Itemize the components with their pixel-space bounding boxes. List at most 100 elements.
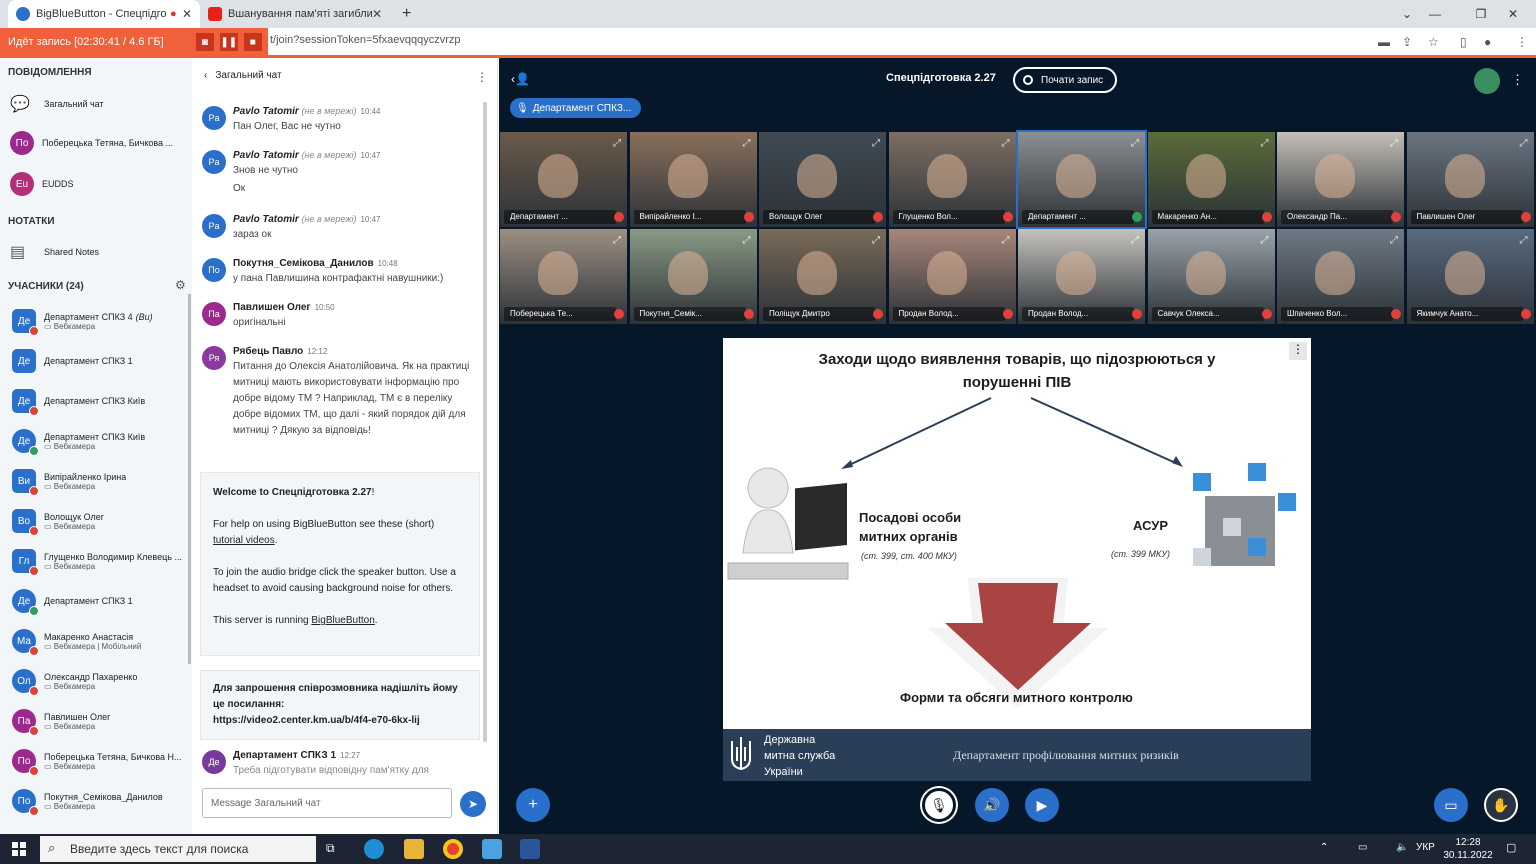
chat-scrollbar[interactable] [483, 102, 487, 742]
user-list-item[interactable]: Ол Олександр Пахаренко ▭ Вебкамера [12, 663, 188, 699]
tab-bigbluebutton[interactable]: BigBlueButton - Спецпідготов ● ✕ [8, 0, 200, 28]
user-list-item[interactable]: Гл Глущенко Володимир Клевець ... ▭ Вебкам… [12, 543, 188, 579]
user-list-toggle-icon[interactable]: ‹👤 [511, 72, 530, 86]
fullscreen-icon[interactable]: ⤢ [1002, 235, 1010, 246]
tile-label[interactable]: Олександр Па... [1281, 210, 1393, 224]
edge-icon[interactable] [364, 839, 384, 859]
bookmark-star-icon[interactable]: ☆ [1428, 35, 1439, 49]
user-list-item[interactable]: Де Департамент СПКЗ 1 [12, 583, 188, 619]
video-tile[interactable]: ⤢ Глущенко Вол... [888, 132, 1016, 227]
minimize-button[interactable]: — [1412, 0, 1458, 28]
file-explorer-icon[interactable] [404, 839, 424, 859]
tile-label[interactable]: Продан Волод... [1022, 307, 1134, 321]
tab-youtube[interactable]: Вшанування пам'яті загиблих - ✕ [200, 0, 390, 28]
remote-app-icon[interactable] [482, 839, 502, 859]
fullscreen-icon[interactable]: ⤢ [1520, 138, 1528, 149]
shared-notes-item[interactable]: ▤ Shared Notes [10, 242, 99, 262]
tile-label[interactable]: Павлишен Олег [1410, 210, 1523, 224]
fullscreen-icon[interactable]: ⤢ [613, 138, 621, 149]
tile-label[interactable]: Глущенко Вол... [892, 210, 1005, 224]
close-window-button[interactable]: ✕ [1490, 0, 1536, 28]
video-tile[interactable]: ⤢ Продан Волод... [1018, 229, 1145, 324]
video-tile[interactable]: ⤢ Волощук Олег [759, 132, 886, 227]
video-tile[interactable]: ⤢ Якимчук Анато... [1406, 229, 1534, 324]
fullscreen-icon[interactable]: ⤢ [613, 235, 621, 246]
bigbluebutton-link[interactable]: BigBlueButton [311, 615, 374, 626]
tile-label[interactable]: Якимчук Анато... [1410, 307, 1523, 321]
options-icon[interactable]: ⋮ [1511, 72, 1524, 88]
video-tile[interactable]: ⤢ Макаренко Ан... [1147, 132, 1275, 227]
tile-label[interactable]: Шпаченко Вол... [1281, 307, 1393, 321]
close-tab-icon[interactable]: ✕ [182, 7, 192, 21]
new-tab-button[interactable]: + [394, 0, 420, 28]
tile-label[interactable]: Савчук Олекса... [1151, 307, 1264, 321]
user-list-item[interactable]: Ви Випірайленко Ірина ▭ Вебкамера [12, 463, 188, 499]
fullscreen-icon[interactable]: ⤢ [743, 138, 751, 149]
fullscreen-icon[interactable]: ⤢ [1261, 235, 1269, 246]
tile-label[interactable]: Департамент ... [504, 210, 616, 224]
fullscreen-icon[interactable]: ⤢ [1390, 235, 1398, 246]
share-icon[interactable]: ⇪ [1402, 35, 1412, 49]
user-list-item[interactable]: По Покутня_Семікова_Данилов ▭ Вебкамера [12, 783, 188, 819]
webcam-button[interactable]: ▶ [1025, 788, 1059, 822]
sidebar-icon[interactable]: ▯ [1460, 35, 1467, 49]
user-list-item[interactable]: По Поберецька Тетяна, Бичкова Н... ▭ Вебка… [12, 743, 188, 779]
public-chat-item[interactable]: 💬 Загальний чат [10, 94, 104, 114]
tray-up-icon[interactable]: ⌃ [1320, 842, 1328, 853]
audio-button[interactable]: 🔊 [975, 788, 1009, 822]
user-list-item[interactable]: Де Департамент СПКЗ 1 [12, 343, 188, 379]
tile-label[interactable]: Покутня_Семік... [633, 307, 746, 321]
users-scrollbar[interactable] [188, 294, 191, 664]
url-field[interactable]: t/join?sessionToken=5fxaevqqqyczvrzp [270, 34, 460, 46]
private-chat-item[interactable]: По Поберецька Тетяна, Бичкова ... [10, 131, 173, 155]
video-tile[interactable]: ⤢ Покутня_Семік... [629, 229, 757, 324]
talking-indicator[interactable]: 🎙 Департамент СПКЗ... [510, 98, 642, 118]
notifications-icon[interactable]: ▢ [1506, 841, 1516, 854]
fullscreen-icon[interactable]: ⤢ [872, 235, 880, 246]
tile-label[interactable]: Департамент ... [1022, 210, 1134, 224]
tile-label[interactable]: Макаренко Ан... [1151, 210, 1264, 224]
user-list-item[interactable]: Ма Макаренко Анастасія ▭ Вебкамера | Мобіл… [12, 623, 188, 659]
clock[interactable]: 12:28 30.11.2022 [1440, 836, 1496, 862]
screenshot-button[interactable]: ◙ [195, 33, 214, 51]
send-button[interactable]: ➤ [460, 791, 486, 817]
fullscreen-icon[interactable]: ⤢ [1131, 138, 1139, 149]
tile-label[interactable]: Поберецька Те... [504, 307, 616, 321]
gear-icon[interactable]: ⚙ [175, 278, 186, 292]
word-icon[interactable] [520, 839, 540, 859]
pause-button[interactable]: ❚❚ [219, 33, 238, 51]
user-list-item[interactable]: Па Павлишен Олег ▭ Вебкамера [12, 703, 188, 739]
chat-options-icon[interactable]: ⋮ [476, 70, 488, 84]
fullscreen-icon[interactable]: ⤢ [872, 138, 880, 149]
video-tile[interactable]: ⤢ Департамент ... [500, 132, 627, 227]
language-indicator[interactable]: УКР [1416, 842, 1435, 853]
profile-icon[interactable]: ● [1484, 35, 1491, 49]
video-tile[interactable]: ⤢ Савчук Олекса... [1147, 229, 1275, 324]
taskbar-search[interactable]: ⌕ Введите здесь текст для поиска [40, 836, 316, 862]
video-tile[interactable]: ⤢ Олександр Па... [1277, 132, 1404, 227]
video-tile[interactable]: ⤢ Поберецька Те... [500, 229, 627, 324]
actions-button[interactable]: + [516, 788, 550, 822]
fullscreen-icon[interactable]: ⤢ [1520, 235, 1528, 246]
menu-icon[interactable]: ⋮ [1516, 35, 1528, 49]
tile-label[interactable]: Продан Волод... [892, 307, 1005, 321]
user-list-item[interactable]: Де Департамент СПКЗ Київ ▭ Вебкамера [12, 423, 188, 459]
tutorial-videos-link[interactable]: tutorial videos [213, 535, 275, 546]
video-tile[interactable]: ⤢ Продан Волод... [888, 229, 1016, 324]
camera-icon[interactable]: ▬ [1378, 35, 1390, 49]
chat-message-input[interactable]: Message Загальний чат [202, 788, 452, 818]
fullscreen-icon[interactable]: ⤢ [1131, 235, 1139, 246]
chrome-icon[interactable] [443, 839, 463, 859]
screen-share-button[interactable]: ▭ [1434, 788, 1468, 822]
fullscreen-icon[interactable]: ⤢ [1002, 138, 1010, 149]
fullscreen-icon[interactable]: ⤢ [1390, 138, 1398, 149]
close-tab-icon[interactable]: ✕ [372, 7, 382, 21]
video-tile[interactable]: ⤢ Павлишен Олег [1406, 132, 1534, 227]
connection-status-button[interactable] [1474, 68, 1500, 94]
video-tile[interactable]: ⤢ Випірайленко І... [629, 132, 757, 227]
slide-options-icon[interactable]: ⋮ [1289, 342, 1307, 360]
video-tile[interactable]: ⤢ Поліщук Дмитро [759, 229, 886, 324]
video-tile[interactable]: ⤢ Департамент ... [1016, 130, 1147, 229]
chevron-left-icon[interactable]: ‹ [204, 70, 207, 81]
windows-start-icon[interactable] [12, 842, 26, 856]
